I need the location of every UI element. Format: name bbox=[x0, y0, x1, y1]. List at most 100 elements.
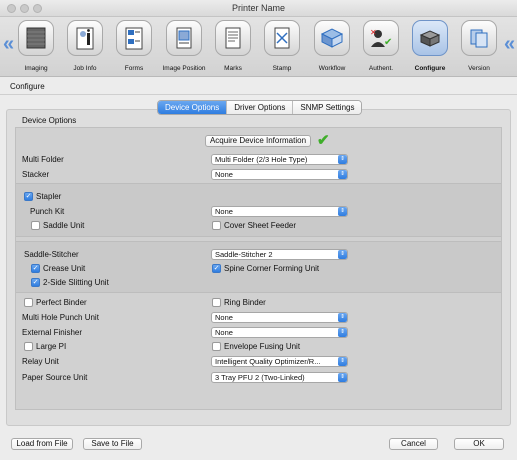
toolbar-item-workflow[interactable]: Workflow bbox=[308, 20, 356, 72]
acquire-device-information-button[interactable]: Acquire Device Information bbox=[205, 135, 311, 147]
toolbar-item-job-info[interactable]: Job Info bbox=[61, 20, 109, 72]
chevron-updown-icon: ⇕ bbox=[338, 155, 347, 164]
version-icon bbox=[461, 20, 497, 56]
ring-binder-checkbox[interactable] bbox=[212, 298, 221, 307]
toolbar-item-label: Imaging bbox=[24, 65, 48, 72]
chevron-updown-icon: ⇕ bbox=[338, 250, 347, 259]
toolbar-item-label: Version bbox=[468, 65, 490, 72]
multi-hole-punch-unit-value: None bbox=[215, 313, 233, 322]
title-bar: Printer Name bbox=[0, 0, 517, 17]
configure-icon bbox=[412, 20, 448, 56]
toolbar: « Imaging Job Info Forms Image Position … bbox=[0, 17, 517, 77]
authentication-icon: ✕ ✔ bbox=[363, 20, 399, 56]
ok-button[interactable]: OK bbox=[454, 438, 504, 450]
stapler-checkbox[interactable]: ✓ bbox=[24, 192, 33, 201]
svg-text:✕: ✕ bbox=[370, 28, 377, 37]
toolbar-item-imaging[interactable]: Imaging bbox=[12, 20, 60, 72]
window-title: Printer Name bbox=[231, 3, 285, 13]
external-finisher-select[interactable]: None ⇕ bbox=[211, 327, 348, 338]
toolbar-item-label: Authent. bbox=[368, 65, 394, 72]
stapler-label: Stapler bbox=[36, 192, 62, 201]
toolbar-item-authentication[interactable]: ✕ ✔ Authent. bbox=[357, 20, 405, 72]
cancel-button[interactable]: Cancel bbox=[389, 438, 438, 450]
toolbar-item-label: Configure bbox=[414, 65, 446, 72]
job-info-icon bbox=[67, 20, 103, 56]
relay-unit-value: Intelligent Quality Optimizer/R... bbox=[215, 357, 321, 366]
two-side-slitting-unit-label: 2-Side Slitting Unit bbox=[43, 278, 109, 287]
toolbar-item-label: Stamp bbox=[272, 65, 292, 72]
saddle-stitcher-label: Saddle-Stitcher bbox=[24, 250, 79, 259]
stacker-value: None bbox=[215, 170, 233, 179]
multi-hole-punch-unit-select[interactable]: None ⇕ bbox=[211, 312, 348, 323]
chevron-updown-icon: ⇕ bbox=[338, 328, 347, 337]
tab-snmp-settings[interactable]: SNMP Settings bbox=[293, 101, 362, 114]
imaging-icon bbox=[18, 20, 54, 56]
large-pi-label: Large PI bbox=[36, 342, 67, 351]
punch-kit-value: None bbox=[215, 207, 233, 216]
saddle-stitcher-value: Saddle-Stitcher 2 bbox=[215, 250, 273, 259]
multi-hole-punch-unit-label: Multi Hole Punch Unit bbox=[22, 313, 99, 322]
saddle-unit-checkbox[interactable] bbox=[31, 221, 40, 230]
perfect-binder-label: Perfect Binder bbox=[36, 298, 87, 307]
cover-sheet-feeder-checkbox[interactable] bbox=[212, 221, 221, 230]
external-finisher-label: External Finisher bbox=[22, 328, 83, 337]
stacker-label: Stacker bbox=[22, 170, 50, 179]
saddle-unit-label: Saddle Unit bbox=[43, 221, 85, 230]
toolbar-item-label: Job Info bbox=[73, 65, 97, 72]
load-from-file-button[interactable]: Load from File bbox=[11, 438, 73, 450]
punch-kit-select[interactable]: None ⇕ bbox=[211, 206, 348, 217]
scroll-right-icon[interactable]: « bbox=[504, 34, 515, 54]
divider bbox=[0, 94, 517, 95]
toolbar-item-image-position[interactable]: Image Position bbox=[160, 20, 208, 72]
toolbar-item-configure[interactable]: Configure bbox=[406, 20, 454, 72]
success-check-icon: ✔ bbox=[317, 132, 330, 149]
paper-source-unit-value: 3 Tray PFU 2 (Two-Linked) bbox=[215, 373, 305, 382]
spine-corner-forming-unit-label: Spine Corner Forming Unit bbox=[224, 264, 320, 273]
large-pi-checkbox[interactable] bbox=[24, 342, 33, 351]
crease-unit-label: Crease Unit bbox=[43, 264, 86, 273]
toolbar-item-label: Workflow bbox=[318, 65, 346, 72]
group-title: Device Options bbox=[22, 116, 77, 125]
section-title: Configure bbox=[10, 82, 45, 91]
toolbar-item-label: Image Position bbox=[162, 65, 206, 72]
punch-kit-label: Punch Kit bbox=[30, 207, 65, 216]
cover-sheet-feeder-label: Cover Sheet Feeder bbox=[224, 221, 297, 230]
relay-unit-select[interactable]: Intelligent Quality Optimizer/R... ⇕ bbox=[211, 356, 348, 367]
envelope-fusing-unit-checkbox[interactable] bbox=[212, 342, 221, 351]
toolbar-item-label: Forms bbox=[124, 65, 144, 72]
stacker-select[interactable]: None ⇕ bbox=[211, 169, 348, 180]
toolbar-item-marks[interactable]: Marks bbox=[209, 20, 257, 72]
marks-icon bbox=[215, 20, 251, 56]
stamp-icon bbox=[264, 20, 300, 56]
ring-binder-label: Ring Binder bbox=[224, 298, 266, 307]
image-position-icon bbox=[166, 20, 202, 56]
toolbar-item-stamp[interactable]: Stamp bbox=[258, 20, 306, 72]
chevron-updown-icon: ⇕ bbox=[338, 313, 347, 322]
chevron-updown-icon: ⇕ bbox=[338, 207, 347, 216]
toolbar-item-version[interactable]: Version bbox=[455, 20, 503, 72]
paper-source-unit-label: Paper Source Unit bbox=[22, 373, 88, 382]
multi-folder-select[interactable]: Multi Folder (2/3 Hole Type) ⇕ bbox=[211, 154, 348, 165]
relay-unit-label: Relay Unit bbox=[22, 357, 59, 366]
paper-source-unit-select[interactable]: 3 Tray PFU 2 (Two-Linked) ⇕ bbox=[211, 372, 348, 383]
multi-folder-value: Multi Folder (2/3 Hole Type) bbox=[215, 155, 308, 164]
multi-folder-label: Multi Folder bbox=[22, 155, 64, 164]
two-side-slitting-unit-checkbox[interactable]: ✓ bbox=[31, 278, 40, 287]
save-to-file-button[interactable]: Save to File bbox=[83, 438, 142, 450]
tab-bar: Device Options Driver Options SNMP Setti… bbox=[157, 100, 363, 115]
chevron-updown-icon: ⇕ bbox=[338, 357, 347, 366]
toolbar-item-forms[interactable]: Forms bbox=[110, 20, 158, 72]
workflow-icon bbox=[314, 20, 350, 56]
forms-icon bbox=[116, 20, 152, 56]
crease-unit-checkbox[interactable]: ✓ bbox=[31, 264, 40, 273]
tab-device-options[interactable]: Device Options bbox=[158, 101, 228, 114]
saddle-stitcher-select[interactable]: Saddle-Stitcher 2 ⇕ bbox=[211, 249, 348, 260]
toolbar-item-label: Marks bbox=[224, 65, 242, 72]
envelope-fusing-unit-label: Envelope Fusing Unit bbox=[224, 342, 301, 351]
chevron-updown-icon: ⇕ bbox=[338, 170, 347, 179]
svg-text:✔: ✔ bbox=[384, 37, 392, 48]
spine-corner-forming-unit-checkbox[interactable]: ✓ bbox=[212, 264, 221, 273]
perfect-binder-checkbox[interactable] bbox=[24, 298, 33, 307]
external-finisher-value: None bbox=[215, 328, 233, 337]
tab-driver-options[interactable]: Driver Options bbox=[227, 101, 294, 114]
